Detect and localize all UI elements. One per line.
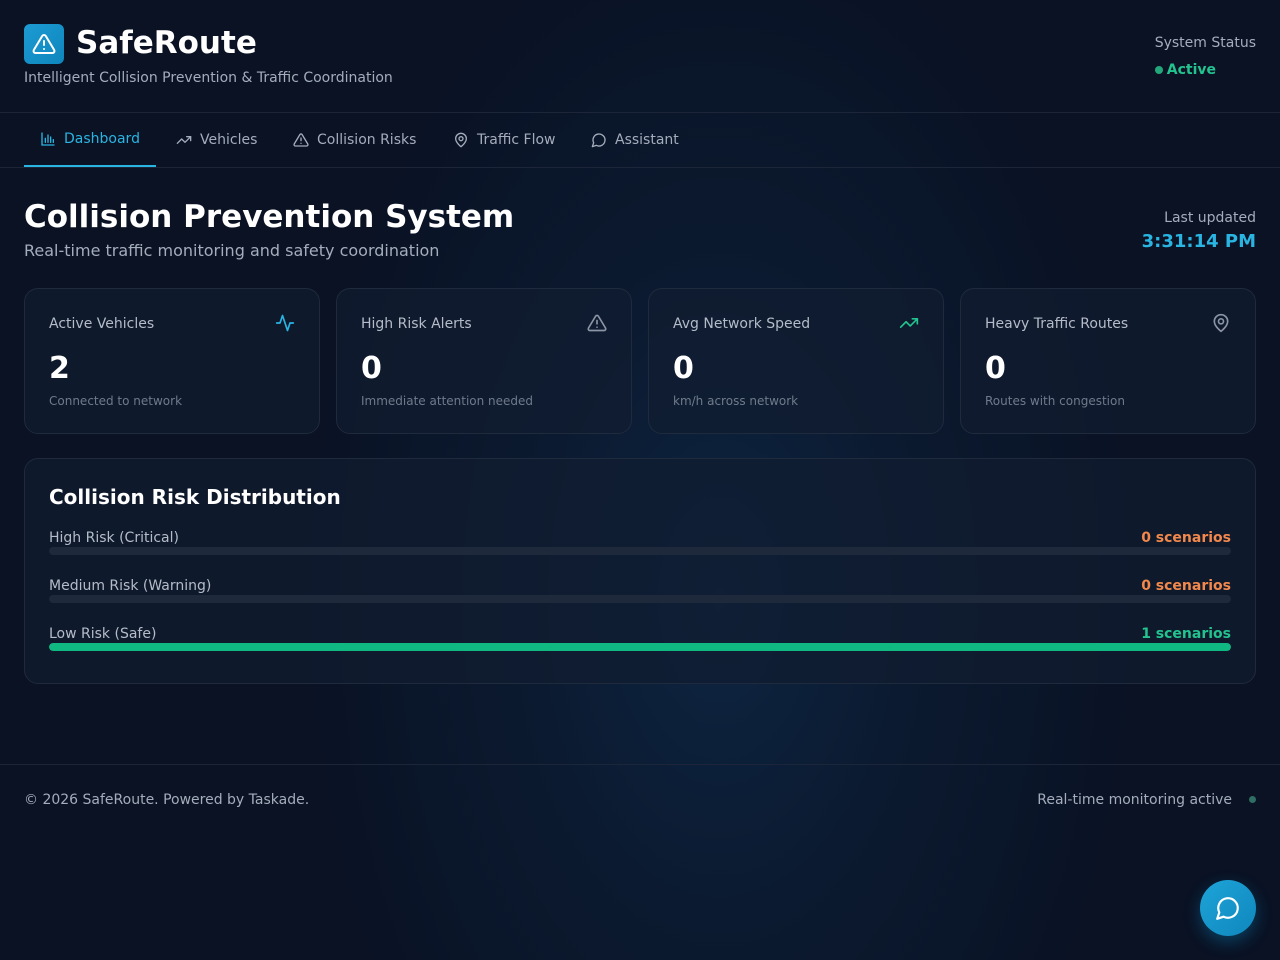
stat-label: Heavy Traffic Routes <box>985 316 1129 332</box>
trending-up-icon <box>176 136 192 144</box>
risk-bar-fill <box>49 643 1231 651</box>
tab-label: Dashboard <box>64 131 140 147</box>
tab-assistant[interactable]: Assistant <box>575 113 695 167</box>
tab-label: Assistant <box>615 132 679 148</box>
risk-bar-track <box>49 547 1231 555</box>
panel-title: Collision Risk Distribution <box>49 485 341 509</box>
collision-risk-distribution-panel: Collision Risk Distribution High Risk (C… <box>24 458 1256 684</box>
stat-label: Active Vehicles <box>49 316 155 332</box>
tab-label: Collision Risks <box>317 132 417 148</box>
tab-dashboard[interactable]: Dashboard <box>24 113 156 167</box>
risk-row-low: Low Risk (Safe) 1 scenarios <box>49 625 1231 665</box>
stat-card-active-vehicles: Active Vehicles 2 Connected to network <box>24 288 320 434</box>
tab-traffic-flow[interactable]: Traffic Flow <box>437 113 571 167</box>
tab-vehicles[interactable]: Vehicles <box>160 113 273 167</box>
stat-caption: Immediate attention needed <box>361 394 534 408</box>
app-name: SafeRoute <box>76 25 257 61</box>
tab-collision-risks[interactable]: Collision Risks <box>277 113 432 167</box>
risk-count: 0 scenarios <box>1141 530 1231 546</box>
alert-triangle-icon <box>32 33 56 54</box>
tab-label: Vehicles <box>200 132 258 148</box>
app-footer: © 2026 SafeRoute. Powered by Taskade. Re… <box>0 764 1280 834</box>
page-title: Collision Prevention System <box>24 199 515 235</box>
logo <box>24 24 64 64</box>
main-nav: Dashboard Vehicles Collision Risks Traff… <box>0 113 1280 168</box>
stat-caption: Connected to network <box>49 394 183 408</box>
footer-copyright: © 2026 SafeRoute. Powered by Taskade. <box>24 792 310 808</box>
risk-label: High Risk (Critical) <box>49 530 179 546</box>
app-tagline: Intelligent Collision Prevention & Traff… <box>24 70 393 86</box>
chat-assistant-button[interactable] <box>1200 880 1256 936</box>
system-status-label: System Status <box>1154 35 1256 51</box>
stat-card-high-risk-alerts: High Risk Alerts 0 Immediate attention n… <box>336 288 632 434</box>
risk-count: 1 scenarios <box>1141 626 1231 642</box>
risk-bar-track <box>49 643 1231 651</box>
risk-label: Medium Risk (Warning) <box>49 578 212 594</box>
alert-triangle-icon <box>293 133 309 147</box>
system-status-value: Active <box>1166 62 1216 78</box>
status-indicator-dot <box>1155 66 1163 74</box>
trending-up-icon <box>899 318 919 328</box>
map-pin-icon <box>1213 313 1229 333</box>
stat-value: 2 <box>49 351 70 386</box>
footer-monitoring-status: Real-time monitoring active <box>1037 792 1232 808</box>
stat-card-heavy-traffic-routes: Heavy Traffic Routes 0 Routes with conge… <box>960 288 1256 434</box>
risk-count: 0 scenarios <box>1141 578 1231 594</box>
message-circle-icon <box>591 133 606 148</box>
app-header: SafeRoute Intelligent Collision Preventi… <box>0 0 1280 113</box>
map-pin-icon <box>455 132 467 148</box>
stat-caption: km/h across network <box>673 394 799 408</box>
stat-value: 0 <box>985 351 1006 386</box>
stat-label: Avg Network Speed <box>673 316 811 332</box>
stat-card-avg-network-speed: Avg Network Speed 0 km/h across network <box>648 288 944 434</box>
last-updated-label: Last updated <box>1164 210 1256 226</box>
stat-caption: Routes with congestion <box>985 394 1125 408</box>
stat-label: High Risk Alerts <box>361 316 472 332</box>
monitoring-indicator-dot <box>1249 796 1256 803</box>
last-updated-time: 3:31:14 PM <box>1141 231 1256 252</box>
bar-chart-icon <box>41 132 55 146</box>
stat-value: 0 <box>673 351 694 386</box>
activity-icon <box>275 314 295 332</box>
page-subtitle: Real-time traffic monitoring and safety … <box>24 241 440 260</box>
stat-value: 0 <box>361 351 382 386</box>
message-circle-icon <box>1216 897 1239 920</box>
risk-row-medium: Medium Risk (Warning) 0 scenarios <box>49 577 1231 617</box>
risk-label: Low Risk (Safe) <box>49 626 157 642</box>
risk-bar-track <box>49 595 1231 603</box>
alert-triangle-icon <box>587 314 607 332</box>
tab-label: Traffic Flow <box>477 132 556 148</box>
risk-row-high: High Risk (Critical) 0 scenarios <box>49 529 1231 569</box>
